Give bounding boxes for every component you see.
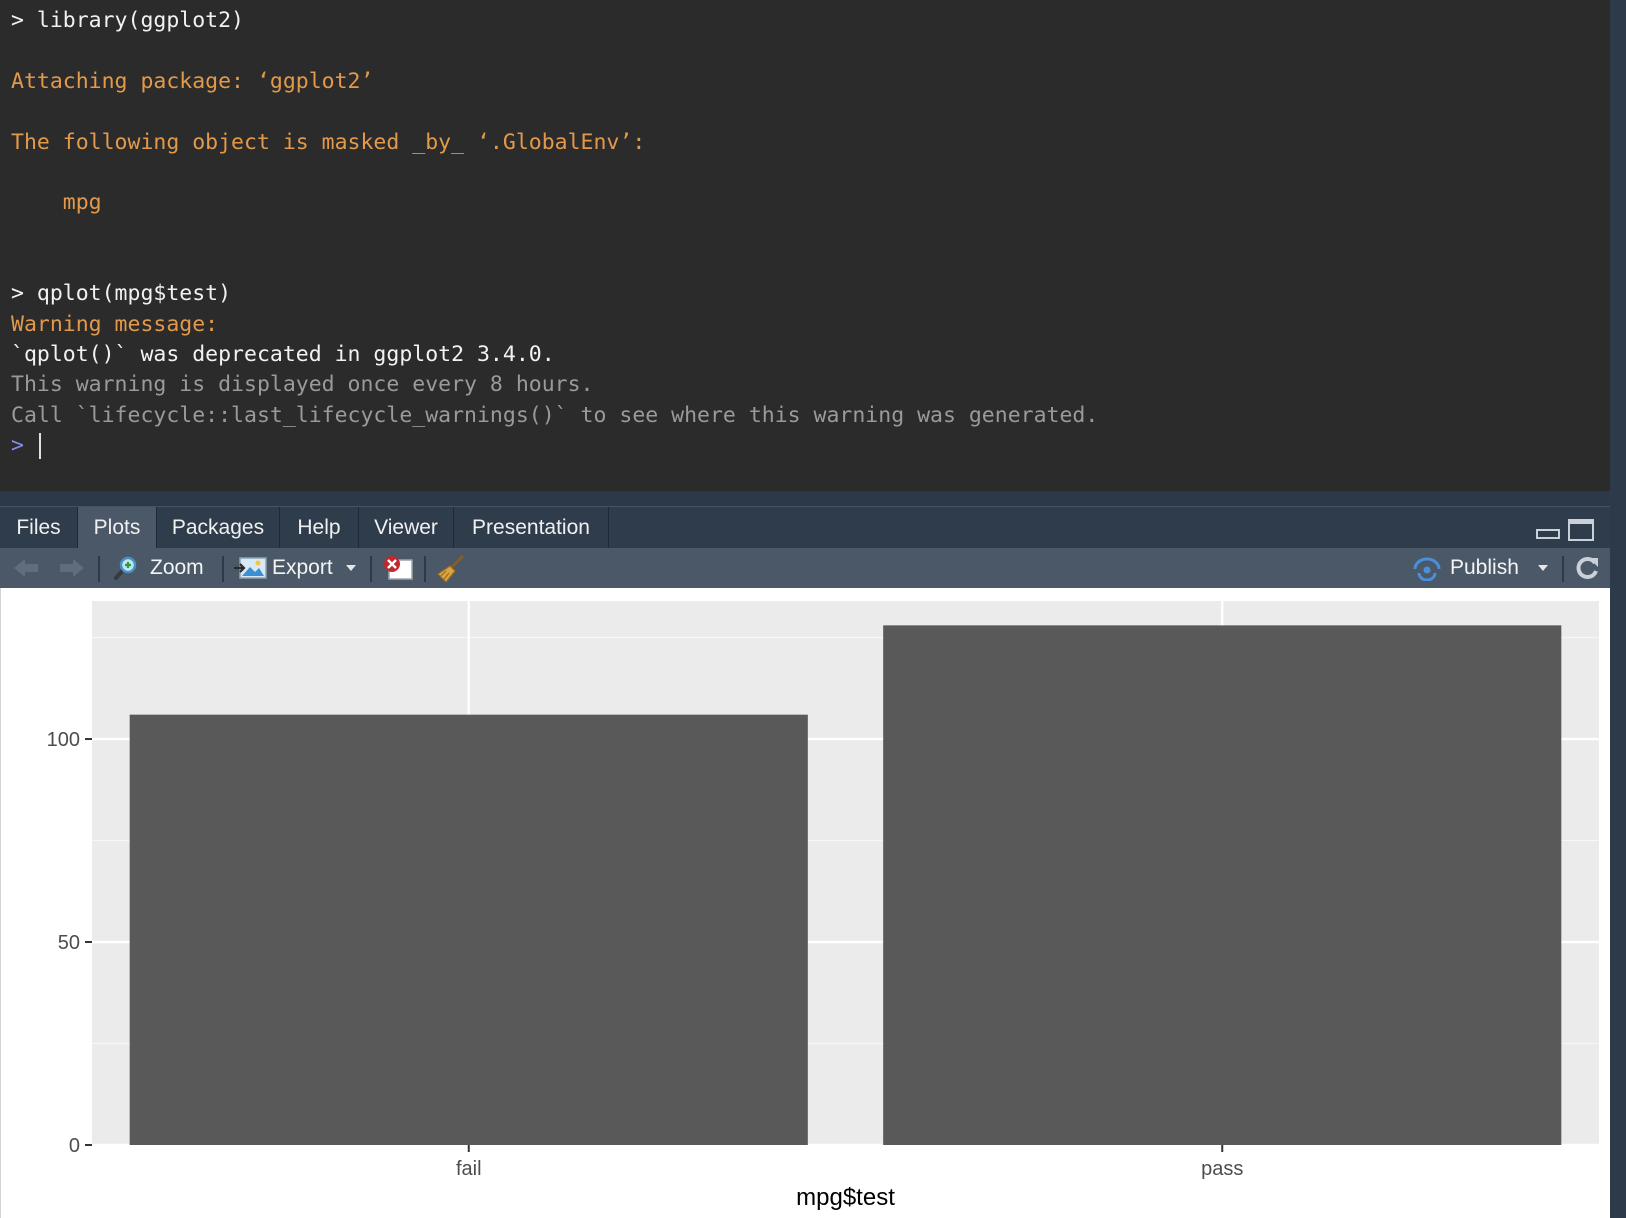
publish-icon [1413,557,1441,581]
zoom-magnifier-icon [114,556,137,580]
x-tick-label: fail [456,1158,482,1180]
maximize-pane-icon[interactable] [1568,519,1594,541]
zoom-button[interactable]: Zoom [110,548,210,588]
tab-label: Help [297,516,341,539]
y-tick-label: 100 [47,729,80,751]
remove-plot-icon[interactable] [382,555,414,581]
y-tick-label: 0 [69,1135,80,1157]
bar-chart: 0 50 100 fail pass mpg$test [47,601,1599,1211]
toolbar-separator [98,556,100,582]
chevron-down-icon [1538,565,1548,571]
export-button[interactable]: Export [234,548,362,588]
text-cursor [38,433,41,459]
x-axis-label: mpg$test [796,1184,895,1211]
tab-help[interactable]: Help [280,507,359,549]
minimize-pane-icon[interactable] [1536,529,1560,539]
export-label: Export [272,556,333,579]
console-line: Warning message: [11,312,219,337]
refresh-icon[interactable] [1574,555,1600,581]
toolbar-separator [424,556,426,582]
tab-files[interactable]: Files [0,507,78,549]
console-prompt: > [11,433,24,458]
tab-label: Presentation [472,516,590,539]
tab-label: Files [16,516,61,539]
console-line: `qplot()` was deprecated in ggplot2 3.4.… [11,342,555,367]
console-line: Call `lifecycle::last_lifecycle_warnings… [11,403,1099,428]
back-arrow-icon[interactable] [12,556,40,580]
console-line: The following object is masked _by_ ‘.Gl… [11,130,646,155]
console-input-line[interactable]: > [11,433,41,459]
publish-button[interactable]: Publish [1412,548,1552,588]
console-line: mpg [11,190,102,215]
zoom-label: Zoom [150,556,204,579]
plots-toolbar: Zoom Export Publish [0,548,1610,588]
toolbar-separator [370,556,372,582]
plot-viewer: 0 50 100 fail pass mpg$test [0,588,1610,1218]
toolbar-separator [222,556,224,582]
console-line: > qplot(mpg$test) [11,281,232,306]
x-tick-label: pass [1201,1158,1243,1180]
console-line: Attaching package: ‘ggplot2’ [11,69,374,94]
console-pane[interactable]: > library(ggplot2) Attaching package: ‘g… [0,0,1610,491]
tab-presentation[interactable]: Presentation [454,507,609,549]
window-edge [1610,0,1626,1218]
chevron-down-icon [346,565,356,571]
tab-packages[interactable]: Packages [157,507,280,549]
console-line: This warning is displayed once every 8 h… [11,372,594,397]
tab-plots[interactable]: Plots [78,507,157,549]
tab-label: Plots [93,516,141,539]
broom-clear-icon[interactable] [436,554,466,584]
bar-fail [129,714,808,1145]
console-line: > library(ggplot2) [11,8,244,33]
publish-label: Publish [1450,556,1519,579]
tab-label: Packages [171,516,265,539]
forward-arrow-icon[interactable] [58,556,86,580]
toolbar-separator [1562,556,1564,582]
bar-pass [883,625,1562,1145]
tab-viewer[interactable]: Viewer [359,507,454,549]
pane-tab-bar: Files Plots Packages Help Viewer Present… [0,506,1610,549]
y-tick-label: 50 [58,932,80,954]
export-image-icon [234,557,267,579]
tab-label: Viewer [374,516,438,539]
